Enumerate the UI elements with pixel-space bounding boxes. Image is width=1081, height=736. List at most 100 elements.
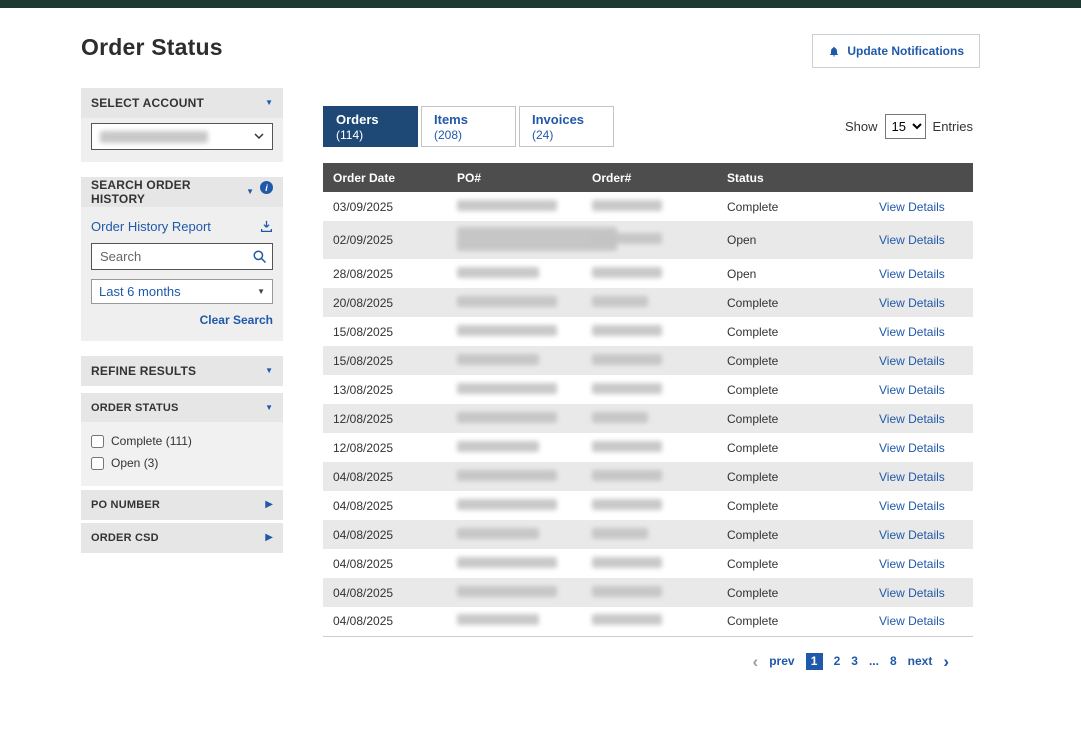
view-details-link[interactable]: View Details: [879, 200, 945, 214]
select-account-section: SELECT ACCOUNT ▼: [81, 88, 283, 162]
order-status-cell: Complete: [717, 346, 863, 375]
order-csd-filter-header[interactable]: ORDER CSD ▶: [81, 523, 283, 553]
show-entries-control: Show 15 Entries: [845, 114, 973, 139]
chevron-down-icon: ▼: [257, 288, 265, 296]
view-details-link[interactable]: View Details: [879, 354, 945, 368]
order-row: 12/08/2025CompleteView Details: [323, 433, 973, 462]
order-status-filter-title: ORDER STATUS: [91, 402, 179, 414]
view-details-link[interactable]: View Details: [879, 296, 945, 310]
po-number-cell: [447, 375, 582, 404]
view-details-link[interactable]: View Details: [879, 267, 945, 281]
download-icon[interactable]: [260, 220, 273, 233]
view-details-link[interactable]: View Details: [879, 586, 945, 600]
chevron-down-icon: ▼: [265, 404, 273, 412]
view-details-link[interactable]: View Details: [879, 557, 945, 571]
search-input[interactable]: [91, 243, 273, 270]
orders-table-head-row: Order DatePO#Order#Status: [323, 163, 973, 192]
order-date-cell: 04/08/2025: [323, 520, 447, 549]
select-account-title: SELECT ACCOUNT: [91, 96, 204, 110]
info-icon[interactable]: i: [260, 181, 273, 194]
order-status-filter-header[interactable]: ORDER STATUS ▼: [81, 393, 283, 422]
view-details-link[interactable]: View Details: [879, 528, 945, 542]
tab-orders[interactable]: Orders(114): [323, 106, 418, 147]
order-csd-filter-title: ORDER CSD: [91, 532, 159, 544]
orders-table-body: 03/09/2025CompleteView Details02/09/2025…: [323, 192, 973, 636]
order-number-cell: [582, 375, 717, 404]
order-status-option[interactable]: Open (3): [91, 452, 273, 474]
order-status-option[interactable]: Complete (111): [91, 430, 273, 452]
view-details-link[interactable]: View Details: [879, 614, 945, 628]
update-notifications-label: Update Notifications: [847, 44, 964, 58]
orders-table: Order DatePO#Order#Status 03/09/2025Comp…: [323, 163, 973, 637]
entries-select[interactable]: 15: [885, 114, 926, 139]
pagination-page-2[interactable]: 2: [834, 654, 841, 668]
tab-items[interactable]: Items(208): [421, 106, 516, 147]
redacted-po-number: [457, 499, 557, 510]
redacted-po-number: [457, 557, 557, 568]
po-number-cell: [447, 549, 582, 578]
po-number-filter-header[interactable]: PO NUMBER ▶: [81, 490, 283, 520]
order-status-cell: Complete: [717, 491, 863, 520]
po-number-cell: [447, 520, 582, 549]
po-number-cell: [447, 346, 582, 375]
order-date-cell: 04/08/2025: [323, 578, 447, 607]
search-icon[interactable]: [252, 249, 267, 264]
redacted-order-number: [592, 200, 662, 211]
redacted-order-number: [592, 354, 662, 365]
po-number-cell: [447, 192, 582, 221]
order-row: 04/08/2025CompleteView Details: [323, 491, 973, 520]
pagination-page-8[interactable]: 8: [890, 654, 897, 668]
tab-count: (208): [434, 128, 515, 142]
redacted-order-number: [592, 233, 662, 244]
redacted-order-number: [592, 614, 662, 625]
view-details-link[interactable]: View Details: [879, 441, 945, 455]
order-status-checkbox[interactable]: [91, 457, 104, 470]
filters-sidebar: SELECT ACCOUNT ▼ SEARCH ORDER HISTORY ▼ …: [81, 88, 283, 556]
account-select[interactable]: [91, 123, 273, 150]
order-date-cell: 02/09/2025: [323, 221, 447, 259]
po-number-cell: [447, 317, 582, 346]
view-details-cell: View Details: [863, 491, 973, 520]
refine-results-header[interactable]: REFINE RESULTS ▼: [81, 356, 283, 386]
column-header: Order#: [582, 163, 717, 192]
tab-invoices[interactable]: Invoices(24): [519, 106, 614, 147]
date-range-value: Last 6 months: [99, 284, 181, 299]
pagination-next[interactable]: next: [908, 654, 933, 668]
redacted-order-number: [592, 383, 662, 394]
select-account-header[interactable]: SELECT ACCOUNT ▼: [81, 88, 283, 118]
view-details-link[interactable]: View Details: [879, 470, 945, 484]
pagination-next-chevron-icon[interactable]: ›: [943, 653, 949, 670]
redacted-po-number: [457, 470, 557, 481]
redacted-order-number: [592, 586, 662, 597]
search-order-history-header[interactable]: SEARCH ORDER HISTORY ▼ i: [81, 177, 283, 207]
clear-search-link[interactable]: Clear Search: [200, 313, 273, 327]
redacted-po-number: [457, 267, 539, 278]
pagination-page-1[interactable]: 1: [806, 653, 823, 670]
view-details-link[interactable]: View Details: [879, 325, 945, 339]
view-details-cell: View Details: [863, 317, 973, 346]
pagination-page-3[interactable]: 3: [851, 654, 858, 668]
redacted-order-number: [592, 528, 648, 539]
order-status-main: Orders(114)Items(208)Invoices(24) Show 1…: [323, 88, 973, 670]
order-history-report-link[interactable]: Order History Report: [91, 219, 211, 234]
order-number-cell: [582, 520, 717, 549]
pagination-prev[interactable]: prev: [769, 654, 794, 668]
view-details-link[interactable]: View Details: [879, 383, 945, 397]
chevron-down-icon: ▼: [246, 188, 254, 196]
view-details-link[interactable]: View Details: [879, 499, 945, 513]
order-status-checkbox[interactable]: [91, 435, 104, 448]
view-details-link[interactable]: View Details: [879, 412, 945, 426]
order-status-cell: Open: [717, 221, 863, 259]
chevron-down-icon: [254, 133, 264, 140]
po-number-cell: [447, 578, 582, 607]
order-status-option-label: Open (3): [111, 456, 158, 470]
pagination-prev-chevron-icon[interactable]: ‹: [753, 653, 759, 670]
column-header: Status: [717, 163, 863, 192]
order-row: 04/08/2025CompleteView Details: [323, 578, 973, 607]
redacted-order-number: [592, 441, 662, 452]
view-details-link[interactable]: View Details: [879, 233, 945, 247]
order-status-cell: Complete: [717, 462, 863, 491]
date-range-select[interactable]: Last 6 months ▼: [91, 279, 273, 304]
order-date-cell: 15/08/2025: [323, 346, 447, 375]
update-notifications-button[interactable]: Update Notifications: [812, 34, 980, 68]
